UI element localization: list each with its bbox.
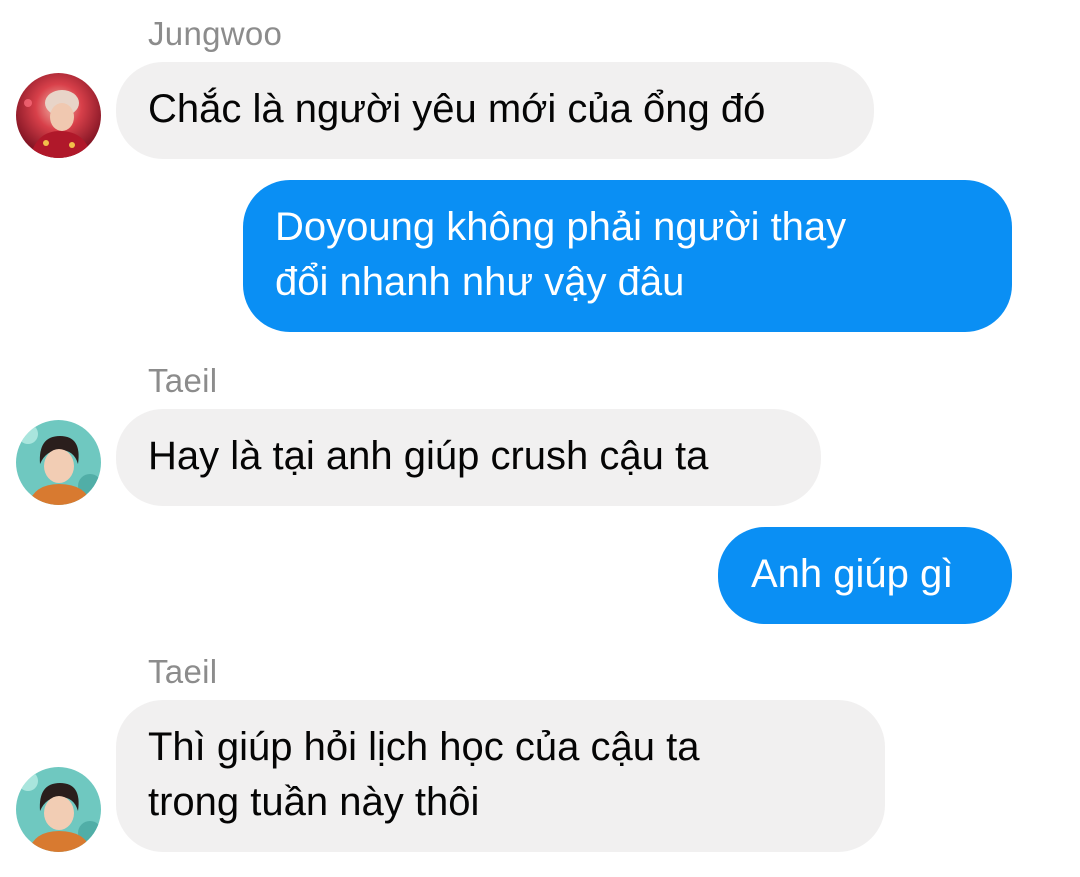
message-bubble-outgoing[interactable]: Doyoung không phải người thay đổi nhanh … (243, 180, 1012, 332)
message-text-line-1: Doyoung không phải người thay (275, 205, 847, 249)
message-text-line-1: Thì giúp hỏi lịch học của cậu ta (148, 725, 700, 769)
sender-name: Jungwoo (148, 15, 283, 52)
message-text: Chắc là người yêu mới của ổng đó (148, 87, 766, 131)
profile-photo-red-icon (16, 73, 101, 158)
sender-name: Taeil (148, 362, 218, 399)
message-bubble-incoming[interactable]: Hay là tại anh giúp crush cậu ta (116, 409, 821, 506)
message-bubble-outgoing[interactable]: Anh giúp gì (718, 527, 1012, 624)
message-text-line-2: trong tuần này thôi (148, 780, 480, 824)
profile-photo-teal-icon (16, 767, 101, 852)
sender-name: Taeil (148, 653, 218, 690)
avatar-taeil[interactable] (16, 767, 101, 852)
message-text-line-2: đổi nhanh như vậy đâu (275, 260, 685, 304)
avatar-jungwoo[interactable] (16, 73, 101, 158)
avatar-taeil[interactable] (16, 420, 101, 505)
profile-photo-teal-icon (16, 420, 101, 505)
message-text: Hay là tại anh giúp crush cậu ta (148, 434, 709, 478)
message-bubble-incoming[interactable]: Chắc là người yêu mới của ổng đó (116, 62, 874, 159)
message-text: Anh giúp gì (751, 552, 954, 596)
message-bubble-incoming[interactable]: Thì giúp hỏi lịch học của cậu ta trong t… (116, 700, 885, 852)
